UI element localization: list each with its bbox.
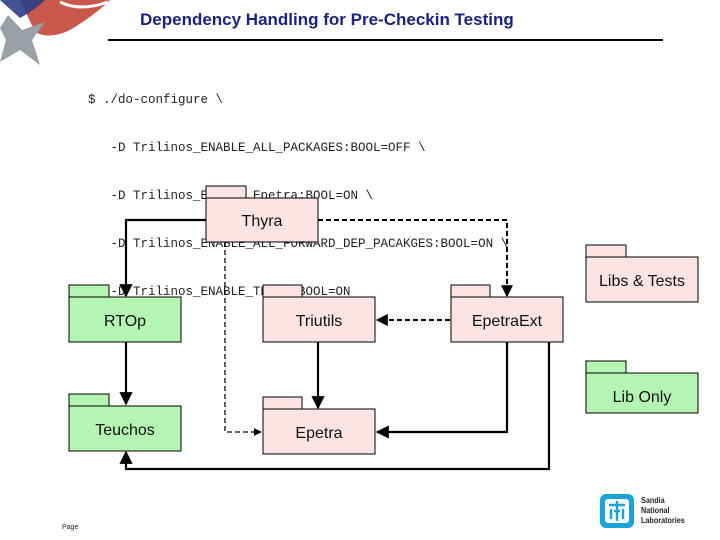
package-thyra[interactable]: Thyra [205, 185, 319, 243]
package-label: EpetraExt [472, 313, 543, 330]
legend-label: Lib Only [613, 389, 672, 406]
edge-epetraext-epetra [375, 342, 509, 439]
legend-lib-only: Lib Only [585, 360, 699, 414]
dependency-diagram: Thyra RTOp Triutils EpetraExt Teuchos Ep… [68, 185, 699, 471]
package-label: RTOp [104, 313, 146, 330]
page-label: Page [62, 524, 79, 531]
legend-label: Libs & Tests [599, 273, 685, 290]
package-label: Thyra [242, 213, 283, 230]
logo-line: National [641, 505, 670, 515]
package-epetraext[interactable]: EpetraExt [450, 284, 564, 343]
package-label: Teuchos [95, 422, 155, 439]
package-label: Triutils [296, 313, 343, 330]
package-label: Epetra [295, 425, 342, 442]
edge-thyra-epetra [224, 242, 262, 436]
logo-line: Sandia [641, 495, 665, 505]
edge-thyra-rtop [119, 218, 206, 298]
sandia-logo-text: Sandia National Laboratories [641, 495, 685, 525]
package-triutils[interactable]: Triutils [262, 284, 376, 343]
legend-libs-and-tests: Libs & Tests [585, 244, 699, 303]
logo-line: Laboratories [641, 515, 685, 525]
